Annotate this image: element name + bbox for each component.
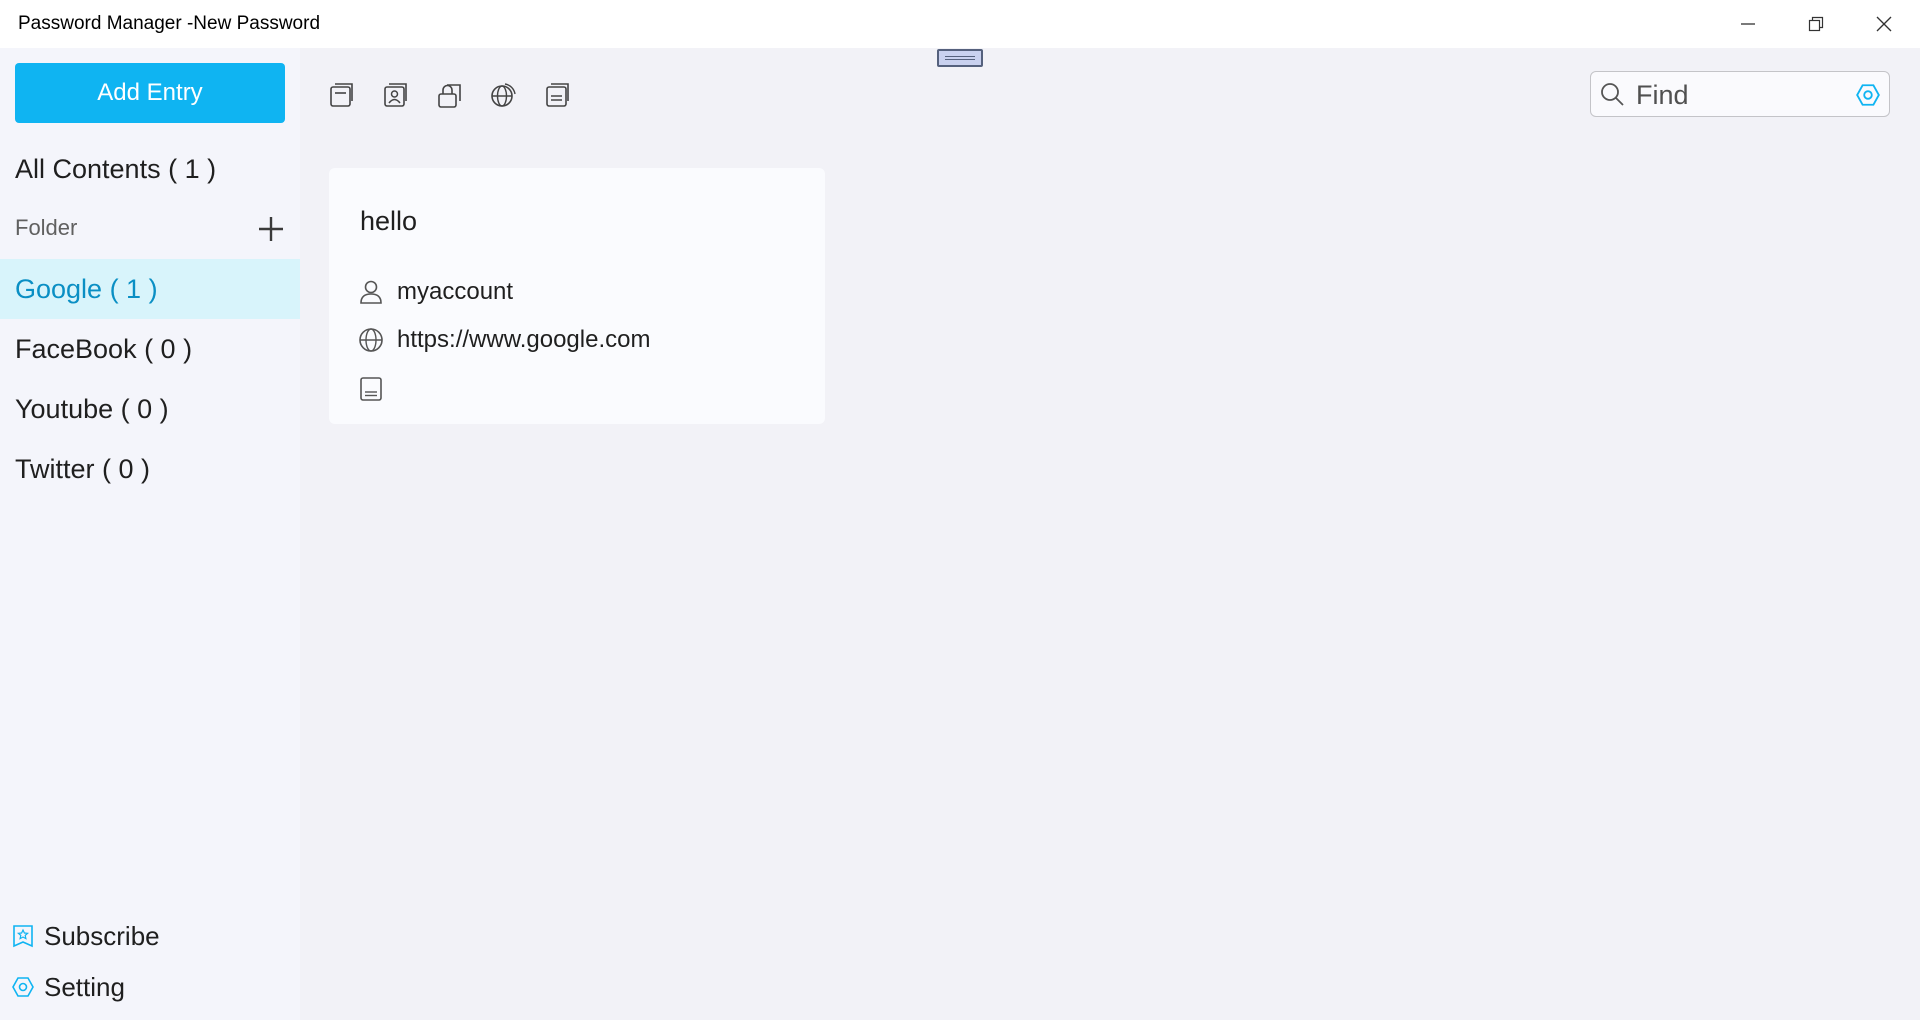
setting-label: Setting <box>44 971 125 1002</box>
subscribe-label: Subscribe <box>44 920 160 951</box>
plus-icon <box>259 217 283 241</box>
filter-password-button[interactable] <box>431 78 467 114</box>
password-icon <box>438 84 461 108</box>
drag-handle[interactable] <box>937 49 983 67</box>
entry-card[interactable]: hello myaccount https://www.google.com <box>329 168 825 424</box>
sidebar-item-twitter[interactable]: Twitter ( 0 ) <box>0 439 300 499</box>
add-folder-button[interactable] <box>256 214 286 244</box>
restore-button[interactable] <box>1782 0 1850 48</box>
website-icon <box>491 83 516 107</box>
entry-account-row: myaccount <box>357 277 513 307</box>
user-icon <box>357 278 385 306</box>
filter-note-button[interactable] <box>539 78 575 114</box>
all-entries-icon <box>330 83 353 107</box>
folder-header: Folder <box>0 205 300 251</box>
folder-header-label: Folder <box>15 215 78 240</box>
sidebar-item-google[interactable]: Google ( 1 ) <box>0 259 300 319</box>
search-settings-icon[interactable] <box>1855 82 1881 108</box>
filter-all-button[interactable] <box>323 78 359 114</box>
gear-icon <box>10 974 36 1000</box>
all-contents-item[interactable]: All Contents ( 1 ) <box>0 139 300 199</box>
entry-note-row <box>357 374 397 404</box>
restore-icon <box>1808 16 1824 32</box>
search-input[interactable] <box>1636 78 1836 112</box>
setting-item[interactable]: Setting <box>10 967 125 1007</box>
filter-website-button[interactable] <box>485 78 521 114</box>
main-content: hello myaccount https://www.google.com <box>300 48 1920 1020</box>
close-button[interactable] <box>1850 0 1918 48</box>
search-icon <box>1601 83 1624 106</box>
entry-url-row: https://www.google.com <box>357 325 650 355</box>
account-icon <box>384 83 407 107</box>
note-icon <box>546 83 569 107</box>
subscribe-icon <box>10 923 36 949</box>
entry-url: https://www.google.com <box>397 326 651 353</box>
window-title: Password Manager -New Password <box>18 13 321 34</box>
minimize-button[interactable] <box>1714 0 1782 48</box>
sidebar-item-facebook[interactable]: FaceBook ( 0 ) <box>0 319 300 379</box>
globe-icon <box>357 326 385 354</box>
subscribe-item[interactable]: Subscribe <box>10 916 160 956</box>
entry-title: hello <box>360 206 418 236</box>
minimize-icon <box>1741 23 1755 25</box>
add-entry-button[interactable]: Add Entry <box>15 63 285 123</box>
entry-account: myaccount <box>397 278 514 305</box>
sidebar: Add Entry All Contents ( 1 ) Folder Goog… <box>0 48 300 1020</box>
filter-account-button[interactable] <box>377 78 413 114</box>
title-bar: Password Manager -New Password <box>0 0 1920 48</box>
search-box <box>1590 71 1890 117</box>
note-icon <box>357 375 385 403</box>
sidebar-item-youtube[interactable]: Youtube ( 0 ) <box>0 379 300 439</box>
close-icon <box>1876 16 1892 32</box>
